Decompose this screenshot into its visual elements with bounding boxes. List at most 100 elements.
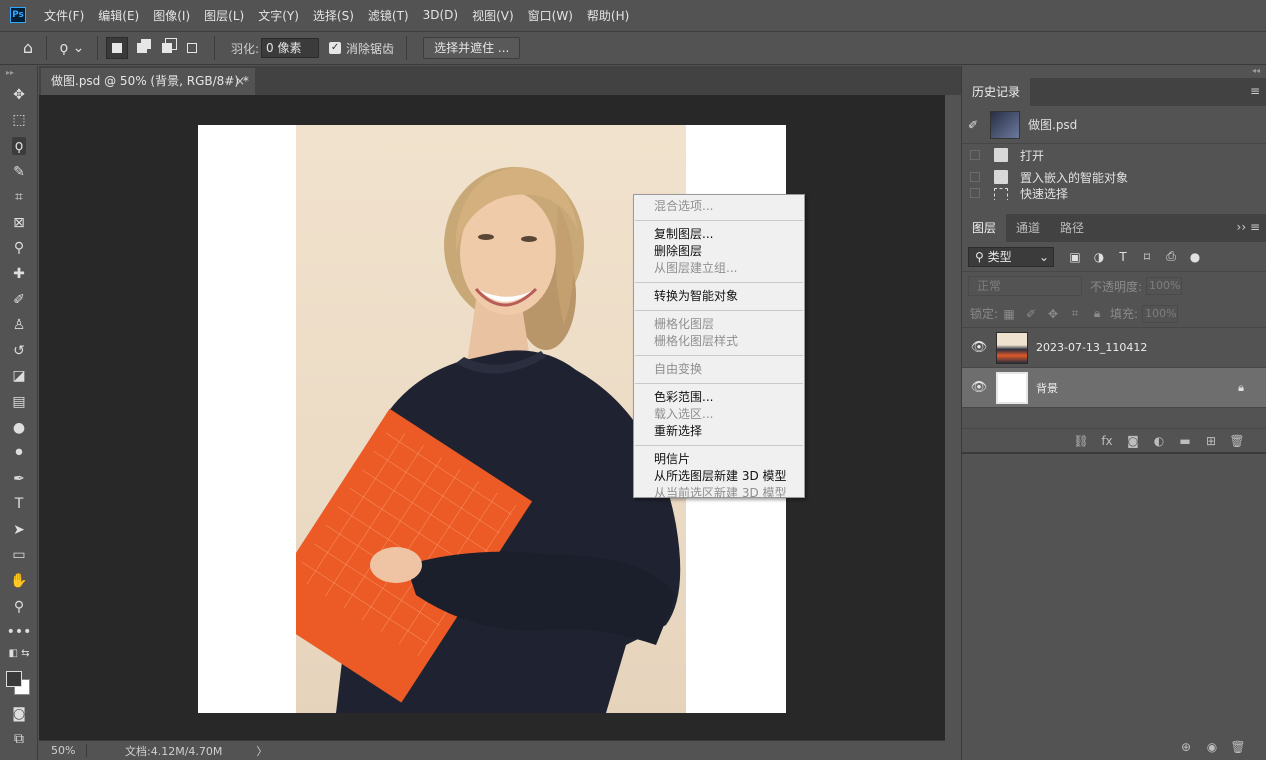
menu-image[interactable]: 图像(I)	[153, 7, 190, 24]
tool-button[interactable]: ✋	[0, 568, 38, 594]
foreground-color-swatch[interactable]	[6, 671, 22, 688]
menu-window[interactable]: 窗口(W)	[528, 7, 573, 24]
layer-style-icon[interactable]: fx	[1094, 434, 1120, 448]
tool-button[interactable]: ↺	[0, 338, 38, 364]
tab-channels[interactable]: 通道	[1006, 214, 1050, 242]
intersect-selection-button[interactable]	[181, 37, 203, 59]
menu-view[interactable]: 视图(V)	[472, 7, 514, 24]
feather-input[interactable]: 0 像素	[261, 38, 320, 58]
menu-layer[interactable]: 图层(L)	[204, 7, 244, 24]
context-menu-item[interactable]: 删除图层	[634, 243, 804, 260]
tool-button[interactable]: ⚫	[0, 440, 38, 466]
tool-button[interactable]: ◪	[0, 364, 38, 390]
history-step[interactable]: 快速选择	[962, 188, 1266, 200]
lock-all-icon[interactable]: 🔒︎	[1086, 306, 1108, 321]
layer-row[interactable]: 👁︎ 背景 🔒︎	[962, 368, 1266, 408]
tool-button[interactable]: ✚	[0, 261, 38, 287]
lock-artboard-icon[interactable]: ⌗	[1064, 306, 1086, 321]
context-menu-item[interactable]: 明信片	[634, 451, 804, 468]
visibility-eye-icon[interactable]: 👁︎	[962, 380, 996, 395]
adjustment-layer-icon[interactable]: ◐	[1146, 434, 1172, 448]
menu-type[interactable]: 文字(Y)	[258, 7, 299, 24]
tool-button[interactable]: ✐	[0, 287, 38, 313]
tab-paths[interactable]: 路径	[1050, 214, 1094, 242]
toolbar-collapse-icon[interactable]: ▸▸	[0, 66, 37, 82]
filter-toggle-icon[interactable]: ●	[1184, 250, 1206, 264]
shape-filter-icon[interactable]: ⌑	[1136, 250, 1158, 264]
type-filter-icon[interactable]: T	[1112, 250, 1134, 264]
zoom-level[interactable]: 50%	[39, 744, 87, 757]
tool-button[interactable]: ▤	[0, 389, 38, 415]
fill-input[interactable]: 100%	[1142, 304, 1179, 323]
history-step-checkbox[interactable]	[970, 150, 980, 160]
history-step-checkbox[interactable]	[970, 172, 980, 182]
new-layer-icon[interactable]: ⊞	[1198, 434, 1224, 448]
new-group-icon[interactable]: ▬	[1172, 434, 1198, 448]
context-menu-item[interactable]: 转换为智能对象	[634, 288, 804, 305]
menu-filter[interactable]: 滤镜(T)	[368, 7, 409, 24]
layer-row[interactable]: 👁︎ 2023-07-13_110412	[962, 328, 1266, 368]
tab-layers[interactable]: 图层	[962, 214, 1007, 242]
home-icon[interactable]: ⌂	[18, 38, 38, 58]
tab-history[interactable]: 历史记录	[962, 78, 1031, 106]
tool-button[interactable]: ⌗	[0, 184, 38, 210]
opacity-input[interactable]: 100%	[1146, 277, 1183, 295]
menu-edit[interactable]: 编辑(E)	[98, 7, 139, 24]
tool-button[interactable]: ✥	[0, 82, 38, 108]
tool-button[interactable]: ♙	[0, 312, 38, 338]
add-to-selection-button[interactable]	[131, 37, 153, 59]
lock-transparent-icon[interactable]: ▦	[998, 307, 1020, 321]
tool-button[interactable]: ▭	[0, 543, 38, 569]
document-tab[interactable]: 做图.psd @ 50% (背景, RGB/8#) * ×	[41, 68, 255, 95]
tool-button[interactable]: ⬚	[0, 108, 38, 134]
tool-button[interactable]: ϙ	[0, 133, 38, 159]
select-and-mask-button[interactable]: 选择并遮住 ...	[423, 37, 521, 59]
menu-select[interactable]: 选择(S)	[313, 7, 354, 24]
layer-name[interactable]: 2023-07-13_110412	[1036, 341, 1147, 354]
layers-empty-area[interactable]	[962, 408, 1266, 428]
tool-button[interactable]: ✒	[0, 466, 38, 492]
context-menu-item[interactable]: 复制图层...	[634, 226, 804, 243]
swap-colors-icon[interactable]: ◧ ⇆	[0, 645, 38, 661]
quick-mask-icon[interactable]: ◙	[0, 701, 38, 727]
history-step-checkbox[interactable]	[970, 188, 980, 198]
history-step[interactable]: 打开	[962, 144, 1266, 166]
camera-icon[interactable]: ◉	[1199, 740, 1225, 754]
tool-button[interactable]: •••	[0, 619, 38, 645]
screen-mode-icon[interactable]: ⧉	[0, 727, 38, 753]
blend-mode-select[interactable]: 正常	[968, 276, 1082, 296]
visibility-eye-icon[interactable]: 👁︎	[962, 340, 996, 355]
trash-icon[interactable]: 🗑︎	[1225, 740, 1251, 754]
close-icon[interactable]: ×	[235, 68, 245, 95]
new-snapshot-from-state-icon[interactable]: ⊕	[1173, 740, 1199, 754]
tool-button[interactable]: ✎	[0, 159, 38, 185]
layer-name[interactable]: 背景	[1036, 380, 1058, 396]
subtract-from-selection-button[interactable]	[156, 37, 178, 59]
status-menu-arrow-icon[interactable]: 〉	[256, 743, 267, 759]
context-menu-item[interactable]: 色彩范围...	[634, 389, 804, 406]
canvas-area[interactable]	[39, 95, 945, 740]
lasso-preset-picker-icon[interactable]: ϙ ⌄	[55, 40, 89, 56]
tool-button[interactable]: ⚲	[0, 594, 38, 620]
tool-button[interactable]: T	[0, 492, 38, 518]
placed-photo[interactable]	[296, 125, 686, 713]
tool-button[interactable]: ➤	[0, 517, 38, 543]
layer-kind-filter[interactable]: ⚲ 类型 ⌄	[968, 246, 1054, 267]
panel-collapse-icon[interactable]: ◂◂	[962, 66, 1266, 78]
adjustment-filter-icon[interactable]: ◑	[1088, 250, 1110, 264]
tool-button[interactable]: ⚲	[0, 236, 38, 262]
lock-pixels-icon[interactable]: ✐	[1020, 307, 1042, 321]
panel-menu-icon[interactable]: ›› ≡	[1237, 220, 1260, 234]
context-menu-item[interactable]: 从所选图层新建 3D 模型	[634, 468, 804, 485]
smart-object-filter-icon[interactable]: ⎙	[1160, 249, 1182, 264]
menu-help[interactable]: 帮助(H)	[587, 7, 629, 24]
tool-button[interactable]: ●	[0, 415, 38, 441]
menu-file[interactable]: 文件(F)	[44, 7, 84, 24]
panel-menu-icon[interactable]: ≡	[1250, 84, 1260, 98]
trash-icon[interactable]: 🗑︎	[1224, 434, 1250, 448]
history-step[interactable]: 置入嵌入的智能对象	[962, 166, 1266, 188]
tool-button[interactable]: ⊠	[0, 210, 38, 236]
history-snapshot[interactable]: ✐ 做图.psd	[962, 106, 1266, 144]
pixel-filter-icon[interactable]: ▣	[1064, 250, 1086, 264]
lock-position-icon[interactable]: ✥	[1042, 307, 1064, 321]
